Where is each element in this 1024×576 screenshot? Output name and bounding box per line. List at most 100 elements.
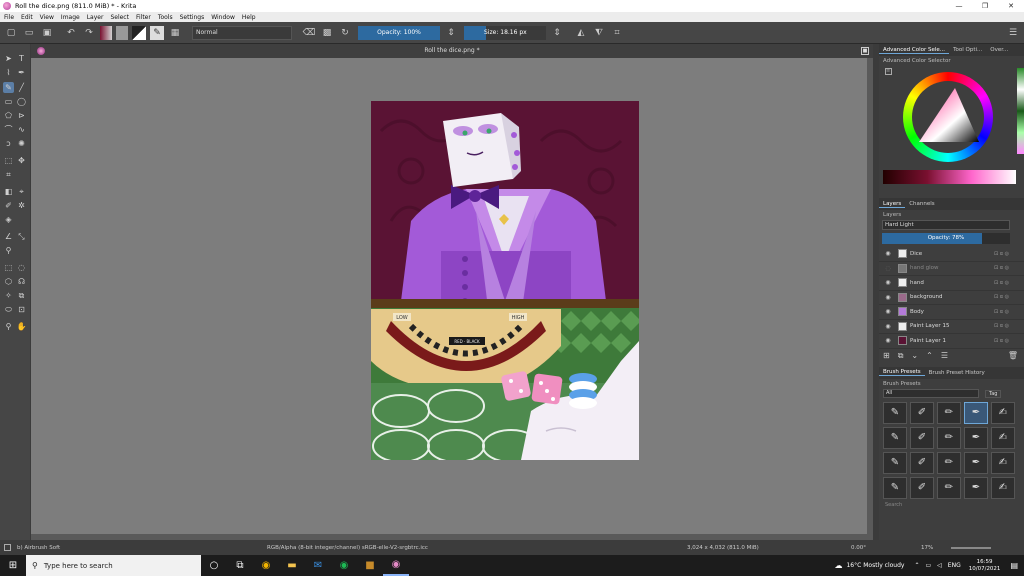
similar-select-icon[interactable]: ⧉ [16,290,27,301]
brush-preset[interactable]: ✐ [910,401,934,424]
eye-icon[interactable]: ◉ [883,294,893,301]
close-doc-icon[interactable]: ■ [861,47,869,55]
tag-button[interactable]: Tag [985,389,1002,398]
brush-preset[interactable]: ✎ [883,451,907,474]
tab-brush-presets[interactable]: Brush Presets [879,369,925,376]
measure-tool-icon[interactable]: ∠ [3,231,14,242]
layer-row[interactable]: ◉ Dice ⊡ α ◎ [879,247,1024,262]
magnetic-select-icon[interactable]: ⊡ [16,304,27,315]
brush-preset[interactable]: ✍ [991,476,1015,499]
brush-preset[interactable]: ✎ [883,401,907,424]
zoom-status[interactable]: 17% [921,545,951,551]
menu-select[interactable]: Select [110,14,129,21]
size-stepper-icon[interactable]: ⇕ [550,26,564,40]
freehand-brush-icon[interactable]: ✎ [3,82,14,93]
move-tool-icon[interactable]: ✥ [16,155,27,166]
layer-row[interactable]: ◉ hand ⊡ α ◎ [879,276,1024,291]
layer-row[interactable]: ◉ Paint Layer 1 ⊡ α ◎ [879,334,1024,349]
brush-preset[interactable]: ✍ [991,426,1015,449]
chevron-up-icon[interactable]: ⌃ [914,562,919,569]
duplicate-layer-icon[interactable]: ⧉ [898,351,904,361]
tab-tool-options[interactable]: Tool Opti... [949,47,986,53]
polygon-tool-icon[interactable]: ⬠ [3,110,14,121]
weather-icon[interactable]: ☁ [834,561,842,570]
fg-bg-color-icon[interactable] [132,25,146,40]
tab-layers[interactable]: Layers [879,201,906,208]
brush-preset[interactable]: ✒ [964,426,988,449]
eye-icon[interactable]: ◉ [883,337,893,344]
edit-shapes-icon[interactable]: ⌇ [3,67,14,78]
brush-preset[interactable]: ✏ [937,401,961,424]
chrome-icon[interactable]: ◉ [253,555,279,576]
clock[interactable]: 16:59 10/07/2021 [969,559,1001,573]
pan-tool-icon[interactable]: ✋ [16,321,27,332]
color-triangle[interactable] [915,86,981,146]
brush-preset[interactable]: ✏ [937,426,961,449]
wrap-around-icon[interactable]: ⌗ [610,26,624,40]
layer-lock-icon[interactable]: ⊡ α ◎ [994,251,1024,257]
brush-preset[interactable]: ✍ [991,451,1015,474]
crop-tool-icon[interactable]: ⌗ [3,169,14,180]
delete-layer-icon[interactable]: 🗑 [1008,351,1018,360]
layer-opacity-slider[interactable]: Opacity: 78% [882,233,1010,244]
brush-filter-select[interactable]: All [883,389,979,398]
open-folder-icon[interactable]: ▭ [22,26,36,40]
brush-preset[interactable]: ✏ [937,476,961,499]
close-button[interactable]: ✕ [998,0,1024,12]
document-tab[interactable]: Roll the dice.png * ■ [31,44,873,58]
rectangle-tool-icon[interactable]: ▭ [3,96,14,107]
multibrush-icon[interactable]: ✺ [16,138,27,149]
settings-icon[interactable]: ≡ [885,68,892,75]
ellipse-select-icon[interactable]: ◌ [16,262,27,273]
new-document-icon[interactable]: ▢ [4,26,18,40]
brush-preset-icon[interactable]: ✎ [150,25,164,40]
maximize-button[interactable]: ❐ [972,0,998,12]
smart-patch-icon[interactable]: ✲ [16,200,27,211]
mail-icon[interactable]: ✉ [305,555,331,576]
undo-icon[interactable]: ↶ [64,26,78,40]
ellipse-tool-icon[interactable]: ◯ [16,96,27,107]
layer-lock-icon[interactable]: ⊡ α ◎ [994,280,1024,286]
brush-preset[interactable]: ✍ [991,401,1015,424]
bezier-tool-icon[interactable]: ⌒ [3,124,14,135]
freehand-select-icon[interactable]: ☊ [16,276,27,287]
assistant-tool-icon[interactable]: ⤡ [16,231,27,242]
reference-tool-icon[interactable]: ⚲ [3,245,14,256]
brush-preset[interactable]: ✒ [964,476,988,499]
colorize-mask-icon[interactable]: ✐ [3,200,14,211]
blend-mode-select[interactable]: Normal [192,25,292,40]
eye-icon[interactable]: ◉ [883,279,893,286]
vertical-scrollbar[interactable] [867,58,873,534]
layer-properties-icon[interactable]: ☰ [941,351,948,360]
mirror-vertical-icon[interactable]: ⧨ [592,26,606,40]
contiguous-select-icon[interactable]: ✧ [3,290,14,301]
notification-icon[interactable]: ▤ [1010,561,1018,570]
layer-lock-icon[interactable]: ⊡ α ◎ [994,294,1024,300]
minimize-button[interactable]: — [946,0,972,12]
color-history-bar[interactable] [883,170,1016,184]
save-icon[interactable]: ▣ [40,26,54,40]
layer-lock-icon[interactable]: ⊡ α ◎ [994,323,1024,329]
tab-channels[interactable]: Channels [905,201,938,207]
volume-icon[interactable]: ◁ [937,562,942,569]
menu-filter[interactable]: Filter [136,14,151,21]
transform-tool-icon[interactable]: ⬚ [3,155,14,166]
spotify-icon[interactable]: ◉ [331,555,357,576]
brush-preset[interactable]: ✎ [883,426,907,449]
layer-row[interactable]: ◉ background ⊡ α ◎ [879,291,1024,305]
pattern-swatch[interactable] [116,25,128,40]
layer-row[interactable]: ◉ Body ⊡ α ◎ [879,305,1024,320]
add-layer-icon[interactable]: ⊞ [883,351,890,360]
menu-file[interactable]: File [4,14,14,21]
windows-start-icon[interactable]: ⊞ [0,555,26,576]
menu-view[interactable]: View [40,14,54,21]
layer-row[interactable]: ◉ Paint Layer 15 ⊡ α ◎ [879,320,1024,334]
menu-layer[interactable]: Layer [87,14,104,21]
eraser-mode-icon[interactable]: ⌫ [302,26,316,40]
app-icon[interactable]: ■ [357,555,383,576]
bezier-select-icon[interactable]: ⬭ [3,304,14,315]
menu-help[interactable]: Help [242,14,256,21]
brush-preset[interactable]: ✐ [910,426,934,449]
gradient-tool-icon[interactable]: ◧ [3,186,14,197]
color-strip[interactable] [1017,68,1024,154]
